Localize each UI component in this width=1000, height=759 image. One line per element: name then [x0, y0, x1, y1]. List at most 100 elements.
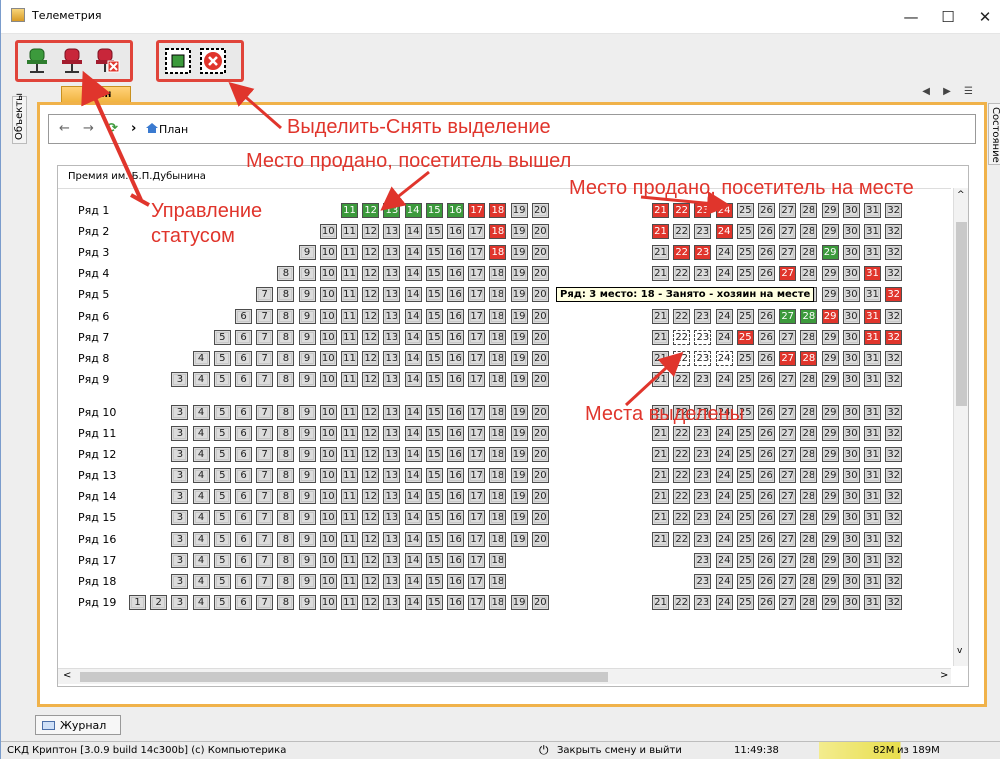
seat[interactable]: 16 — [447, 531, 464, 547]
seat[interactable]: 16 — [447, 329, 464, 345]
seat[interactable]: 15 — [425, 329, 443, 345]
seat[interactable]: 31 — [864, 573, 881, 589]
seat[interactable]: 17 — [468, 489, 486, 505]
seat[interactable]: 9 — [298, 468, 316, 484]
seat[interactable]: 23 — [694, 594, 712, 610]
seat[interactable]: 15 — [425, 426, 443, 441]
seat[interactable]: 10 — [319, 245, 337, 261]
seat[interactable]: 23 — [694, 531, 712, 547]
seat[interactable]: 28 — [800, 447, 818, 463]
seat[interactable]: 13 — [383, 329, 401, 345]
seat[interactable]: 19 — [510, 245, 528, 261]
seat[interactable]: 31 — [864, 371, 881, 387]
seat[interactable]: 3 — [171, 489, 189, 505]
seat[interactable]: 8 — [277, 287, 295, 303]
seat[interactable]: 28 — [800, 266, 818, 282]
seat[interactable]: 30 — [842, 245, 860, 261]
seat[interactable]: 16 — [447, 552, 464, 568]
seat[interactable]: 17 — [468, 203, 486, 218]
seat[interactable]: 12 — [362, 350, 380, 366]
seat[interactable]: 13 — [383, 308, 401, 324]
seat[interactable]: 7 — [256, 552, 274, 568]
seat[interactable]: 13 — [383, 594, 401, 610]
seat[interactable]: 12 — [362, 404, 380, 420]
seat[interactable]: 16 — [447, 573, 464, 589]
seat[interactable]: 19 — [510, 531, 528, 547]
seat[interactable]: 9 — [298, 404, 316, 420]
seat[interactable]: 6 — [235, 489, 252, 505]
seat[interactable]: 12 — [362, 287, 380, 303]
seat[interactable]: 32 — [885, 404, 903, 420]
seat[interactable]: 10 — [319, 329, 337, 345]
seat[interactable]: 8 — [277, 573, 295, 589]
seat[interactable]: 8 — [277, 594, 295, 610]
seat[interactable]: 23 — [694, 224, 712, 240]
seat[interactable]: 21 — [652, 426, 669, 441]
seat[interactable]: 16 — [447, 489, 464, 505]
seat[interactable]: 10 — [319, 350, 337, 366]
seat[interactable]: 11 — [341, 245, 358, 261]
seat[interactable]: 10 — [319, 287, 337, 303]
seat[interactable]: 22 — [673, 329, 691, 345]
seat[interactable]: 11 — [341, 594, 358, 610]
seat[interactable]: 19 — [510, 447, 528, 463]
seat[interactable]: 16 — [447, 510, 464, 526]
seat[interactable]: 21 — [652, 308, 669, 324]
seat[interactable]: 15 — [425, 552, 443, 568]
seat[interactable]: 31 — [864, 447, 881, 463]
mark-present-button[interactable] — [22, 46, 52, 76]
seat[interactable]: 5 — [213, 350, 231, 366]
seat[interactable]: 28 — [800, 489, 818, 505]
seat[interactable]: 20 — [531, 594, 549, 610]
seat[interactable]: 7 — [256, 287, 274, 303]
seat[interactable]: 29 — [821, 224, 839, 240]
seat[interactable]: 15 — [425, 371, 443, 387]
seat[interactable]: 16 — [447, 426, 464, 441]
seat[interactable]: 19 — [510, 224, 528, 240]
close-shift-button[interactable]: Закрыть смену и выйти — [557, 745, 682, 756]
seat[interactable]: 14 — [404, 447, 422, 463]
seat[interactable]: 16 — [447, 447, 464, 463]
seat[interactable]: 25 — [736, 447, 754, 463]
seat[interactable]: 32 — [885, 468, 903, 484]
seat[interactable]: 4 — [192, 350, 210, 366]
seat[interactable]: 13 — [383, 531, 401, 547]
deselect-button[interactable] — [198, 46, 228, 76]
seat[interactable]: 22 — [673, 426, 691, 441]
seat[interactable]: 16 — [447, 266, 464, 282]
seat[interactable]: 23 — [694, 510, 712, 526]
seat[interactable]: 8 — [277, 447, 295, 463]
seat[interactable]: 28 — [800, 350, 818, 366]
seat[interactable]: 21 — [652, 245, 669, 261]
seat[interactable]: 12 — [362, 594, 380, 610]
seat[interactable]: 23 — [694, 489, 712, 505]
seat[interactable]: 31 — [864, 224, 881, 240]
seat[interactable]: 5 — [213, 329, 231, 345]
seat[interactable]: 27 — [779, 573, 797, 589]
seat[interactable]: 17 — [468, 552, 486, 568]
seat[interactable]: 26 — [758, 594, 775, 610]
seat[interactable]: 17 — [468, 329, 486, 345]
mark-free-button[interactable] — [92, 46, 122, 76]
seat[interactable]: 29 — [821, 447, 839, 463]
seat[interactable]: 30 — [842, 468, 860, 484]
seat[interactable]: 19 — [510, 510, 528, 526]
seat[interactable]: 13 — [383, 266, 401, 282]
seat[interactable]: 9 — [298, 371, 316, 387]
seat[interactable]: 3 — [171, 447, 189, 463]
seat[interactable]: 11 — [341, 266, 358, 282]
seat[interactable]: 12 — [362, 510, 380, 526]
seat[interactable]: 17 — [468, 594, 486, 610]
seat[interactable]: 21 — [652, 266, 669, 282]
seat[interactable]: 19 — [510, 371, 528, 387]
seat[interactable]: 28 — [800, 552, 818, 568]
seat[interactable]: 12 — [362, 573, 380, 589]
seat[interactable]: 17 — [468, 266, 486, 282]
seat[interactable]: 16 — [447, 350, 464, 366]
seat[interactable]: 25 — [736, 203, 754, 218]
seat[interactable]: 4 — [192, 447, 210, 463]
seat[interactable]: 21 — [652, 489, 669, 505]
seat[interactable]: 18 — [489, 447, 507, 463]
seat[interactable]: 8 — [277, 510, 295, 526]
seat[interactable]: 28 — [800, 329, 818, 345]
